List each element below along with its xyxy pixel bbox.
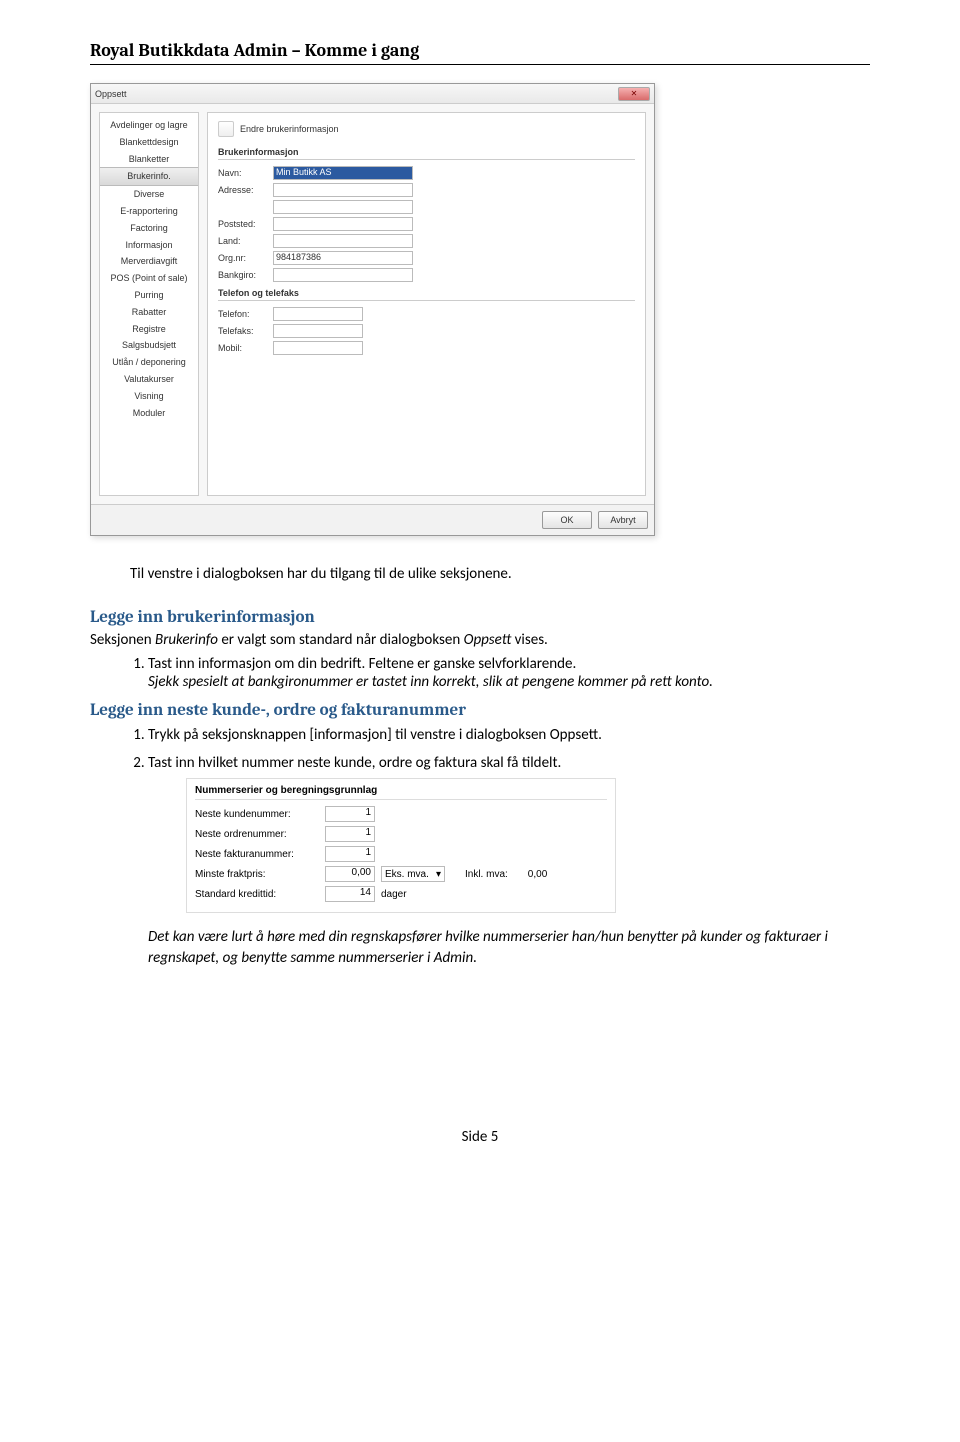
- ordre-input[interactable]: 1: [325, 826, 375, 842]
- bankgiro-input[interactable]: [273, 268, 413, 282]
- ordre-label: Neste ordrenummer:: [195, 829, 325, 840]
- telefaks-input[interactable]: [273, 324, 363, 338]
- inkl-label: Inkl. mva:: [465, 869, 508, 880]
- telefon-label: Telefon:: [218, 309, 273, 319]
- sidebar-item-pos-point-of-sale-[interactable]: POS (Point of sale): [100, 270, 198, 287]
- sidebar-item-brukerinfo-[interactable]: Brukerinfo.: [100, 167, 198, 186]
- land-input[interactable]: [273, 234, 413, 248]
- page-header: Royal Butikkdata Admin – Komme i gang: [90, 40, 870, 65]
- list-item: Trykk på seksjonsknappen [informasjon] t…: [148, 726, 870, 744]
- cancel-button[interactable]: Avbryt: [598, 511, 648, 529]
- bankgiro-label: Bankgiro:: [218, 270, 273, 280]
- oppsett-dialog: Oppsett ✕ Avdelinger og lagreBlankettdes…: [90, 83, 655, 536]
- adresse-input[interactable]: [273, 183, 413, 197]
- faktura-label: Neste fakturanummer:: [195, 849, 325, 860]
- sidebar-item-blankettdesign[interactable]: Blankettdesign: [100, 134, 198, 151]
- frakt-input[interactable]: 0,00: [325, 866, 375, 882]
- paragraph-dialog-intro: Til venstre i dialogboksen har du tilgan…: [130, 564, 870, 584]
- sidebar-item-moduler[interactable]: Moduler: [100, 405, 198, 422]
- pane-title: Endre brukerinformasjon: [240, 124, 339, 134]
- mva-combo[interactable]: Eks. mva.▾: [381, 866, 445, 882]
- heading-brukerinfo: Legge inn brukerinformasjon: [90, 608, 870, 627]
- sidebar-item-avdelinger-og-lagre[interactable]: Avdelinger og lagre: [100, 117, 198, 134]
- telefon-input[interactable]: [273, 307, 363, 321]
- sidebar-item-registre[interactable]: Registre: [100, 321, 198, 338]
- sidebar-item-e-rapportering[interactable]: E-rapportering: [100, 203, 198, 220]
- sidebar-item-rabatter[interactable]: Rabatter: [100, 304, 198, 321]
- telefaks-label: Telefaks:: [218, 326, 273, 336]
- kredittid-input[interactable]: 14: [325, 886, 375, 902]
- dialog-titlebar: Oppsett ✕: [91, 84, 654, 104]
- inkl-value: 0,00: [528, 869, 547, 880]
- frakt-label: Minste fraktpris:: [195, 869, 325, 880]
- kredittid-label: Standard kredittid:: [195, 889, 325, 900]
- heading-nummerserier: Legge inn neste kunde-, ordre og faktura…: [90, 701, 870, 720]
- kunde-input[interactable]: 1: [325, 806, 375, 822]
- snap-legend: Nummerserier og beregningsgrunnlag: [195, 785, 607, 800]
- faktura-input[interactable]: 1: [325, 846, 375, 862]
- dialog-title: Oppsett: [95, 89, 127, 99]
- sidebar-item-informasjon[interactable]: Informasjon: [100, 237, 198, 254]
- paragraph-brukerinfo-intro: Seksjonen Brukerinfo er valgt som standa…: [90, 631, 870, 649]
- sidebar-item-utl-n-deponering[interactable]: Utlån / deponering: [100, 354, 198, 371]
- orgnr-label: Org.nr:: [218, 253, 273, 263]
- paragraph-closing: Det kan være lurt å høre med din regnska…: [148, 927, 870, 968]
- poststed-input[interactable]: [273, 217, 413, 231]
- sidebar-item-diverse[interactable]: Diverse: [100, 186, 198, 203]
- kunde-label: Neste kundenummer:: [195, 809, 325, 820]
- user-icon: [218, 121, 234, 137]
- nummerserie-snapshot: Nummerserier og beregningsgrunnlag Neste…: [186, 778, 616, 913]
- list-item: Tast inn hvilket nummer neste kunde, ord…: [148, 754, 870, 913]
- ok-button[interactable]: OK: [542, 511, 592, 529]
- mobil-label: Mobil:: [218, 343, 273, 353]
- group-brukerinfo: Brukerinformasjon: [218, 147, 635, 160]
- close-icon: ✕: [631, 89, 638, 98]
- close-button[interactable]: ✕: [618, 87, 650, 101]
- sidebar-item-purring[interactable]: Purring: [100, 287, 198, 304]
- dialog-main: Endre brukerinformasjon Brukerinformasjo…: [207, 112, 646, 496]
- sidebar-item-factoring[interactable]: Factoring: [100, 220, 198, 237]
- kredittid-suffix: dager: [381, 889, 407, 900]
- group-telefon: Telefon og telefaks: [218, 288, 635, 301]
- navn-label: Navn:: [218, 168, 273, 178]
- poststed-label: Poststed:: [218, 219, 273, 229]
- land-label: Land:: [218, 236, 273, 246]
- dialog-sidebar: Avdelinger og lagreBlankettdesignBlanket…: [99, 112, 199, 496]
- orgnr-input[interactable]: 984187386: [273, 251, 413, 265]
- list-item: Tast inn informasjon om din bedrift. Fel…: [148, 655, 870, 691]
- sidebar-item-merverdiavgift[interactable]: Merverdiavgift: [100, 253, 198, 270]
- chevron-down-icon: ▾: [436, 869, 441, 880]
- sidebar-item-visning[interactable]: Visning: [100, 388, 198, 405]
- mobil-input[interactable]: [273, 341, 363, 355]
- page-footer: Side 5: [90, 1128, 870, 1146]
- navn-input[interactable]: Min Butikk AS: [273, 166, 413, 180]
- adresse-input-2[interactable]: [273, 200, 413, 214]
- sidebar-item-blanketter[interactable]: Blanketter: [100, 151, 198, 168]
- adresse-label: Adresse:: [218, 185, 273, 195]
- sidebar-item-valutakurser[interactable]: Valutakurser: [100, 371, 198, 388]
- sidebar-item-salgsbudsjett[interactable]: Salgsbudsjett: [100, 337, 198, 354]
